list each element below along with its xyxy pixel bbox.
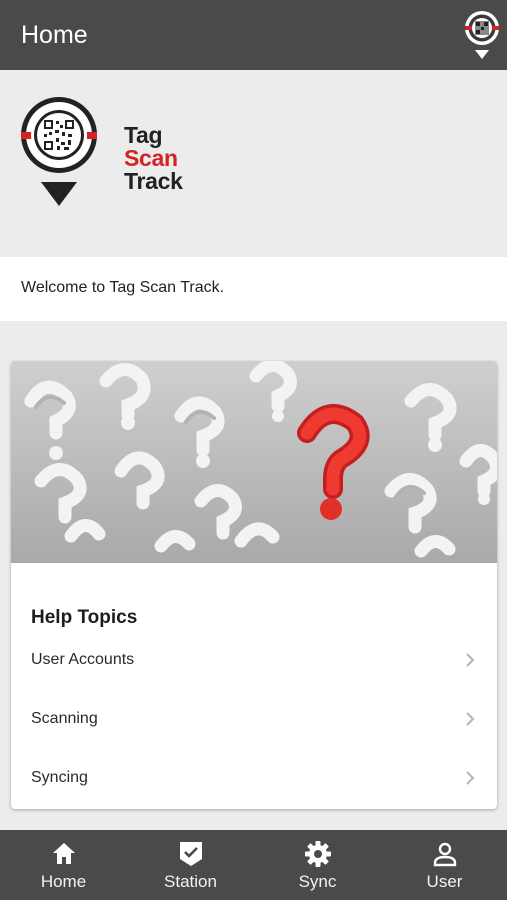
nav-home-label: Home [40,872,87,891]
app-bar: Home [0,0,507,70]
user-icon [433,842,456,867]
brand-word-scan: Scan [124,145,178,171]
brand-logo-area: Tag Scan Track [0,70,507,257]
chevron-right-icon [466,653,475,667]
help-topic-scanning[interactable]: Scanning [11,691,497,749]
help-topic-syncing[interactable]: Syncing [11,750,497,808]
tag-scan-track-logo: Tag Scan Track [18,96,183,214]
help-topic-label: Syncing [31,769,88,786]
brand-wordmark: Tag Scan Track [124,124,183,193]
page-title: Home [21,21,88,49]
chevron-right-icon [466,771,475,785]
gear-icon [304,841,331,867]
welcome-banner: Welcome to Tag Scan Track. [0,257,507,321]
help-topics-title: Help Topics [31,607,138,628]
nav-station[interactable]: Station [127,830,254,900]
station-check-icon [179,842,202,866]
nav-user[interactable]: User [381,830,507,900]
welcome-text: Welcome to Tag Scan Track. [21,279,225,296]
help-topic-label: Scanning [31,710,98,727]
nav-user-label: User [426,872,463,891]
chevron-right-icon [466,712,475,726]
help-card: Help Topics User Accounts Scanning Synci… [11,361,497,809]
brand-word-tag: Tag [124,122,163,148]
nav-sync-label: Sync [298,872,337,891]
help-topic-user-accounts[interactable]: User Accounts [11,632,497,690]
bottom-navigation: Home Station Sync User [0,830,507,900]
help-topic-label: User Accounts [31,651,135,668]
question-marks-image [11,361,497,563]
brand-word-track: Track [124,168,183,194]
nav-home[interactable]: Home [0,830,127,900]
home-icon [52,843,75,864]
nav-station-label: Station [164,872,217,891]
nav-sync[interactable]: Sync [254,830,381,900]
tag-scan-track-logo-icon[interactable] [462,8,502,64]
